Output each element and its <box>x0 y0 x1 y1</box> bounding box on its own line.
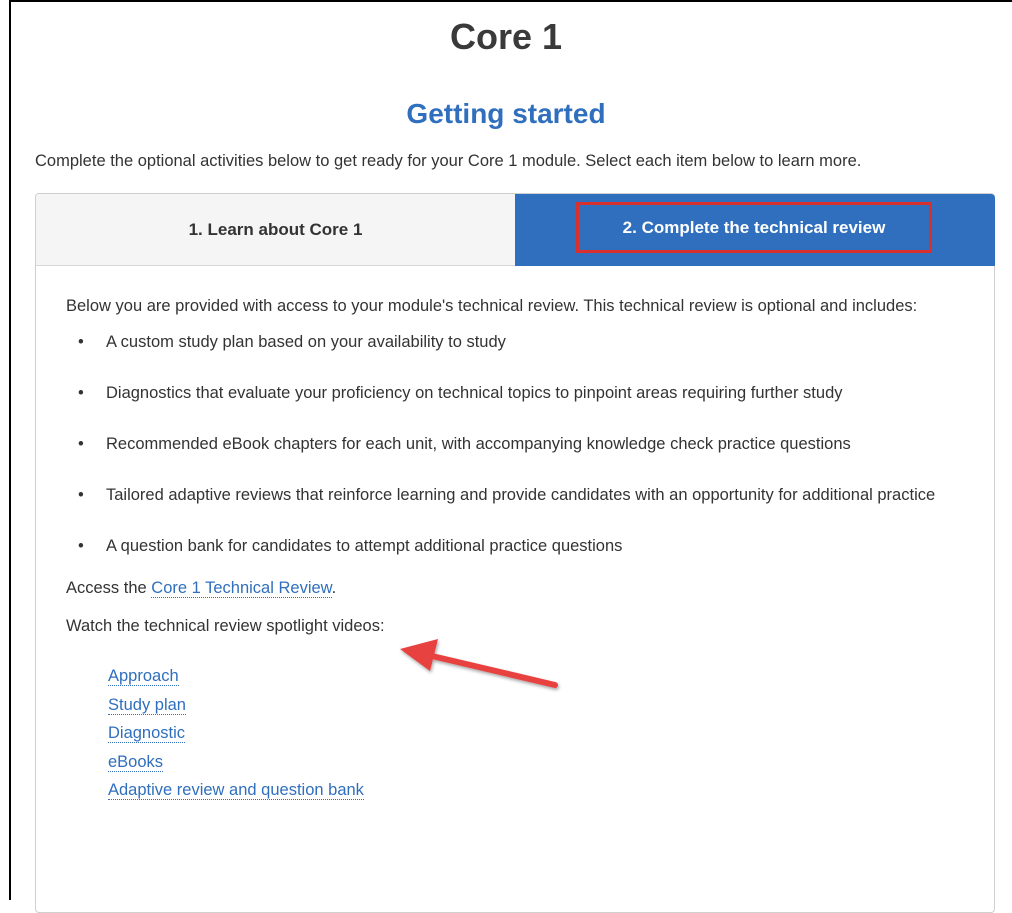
core-1-technical-review-link[interactable]: Core 1 Technical Review <box>151 579 332 598</box>
video-link-adaptive-review[interactable]: Adaptive review and question bank <box>108 781 364 800</box>
video-link-ebooks[interactable]: eBooks <box>108 752 164 772</box>
list-item-text: Recommended eBook chapters for each unit… <box>106 435 851 453</box>
page-title: Core 1 <box>449 16 563 57</box>
list-item: • Tailored adaptive reviews that reinforc… <box>66 483 971 507</box>
access-prefix: Access the <box>66 579 152 597</box>
list-item: Adaptive review and question bank <box>108 776 971 805</box>
section-title: Getting started <box>406 98 606 129</box>
tab-label: 1. Learn about Core 1 <box>188 219 363 239</box>
list-item: Diagnostic <box>108 719 971 748</box>
access-line: Access the Core 1 Technical Review. <box>66 576 971 600</box>
list-item-text: Tailored adaptive reviews that reinforce… <box>106 486 936 504</box>
tab-label: 2. Complete the technical review <box>622 217 886 237</box>
bullet-icon: • <box>78 333 84 351</box>
intro-text: Complete the optional activities below t… <box>35 152 862 170</box>
bullet-icon: • <box>78 537 84 555</box>
bullet-icon: • <box>78 384 84 402</box>
bullet-icon: • <box>78 486 84 504</box>
list-item: • A custom study plan based on your avail… <box>66 330 971 354</box>
list-item-text: Diagnostics that evaluate your proficien… <box>106 384 843 402</box>
red-arrow-icon <box>400 639 558 688</box>
list-item: • Diagnostics that evaluate your proficie… <box>66 381 971 405</box>
tabbed-panel: 1. Learn about Core 1 2. Complete the te… <box>35 193 995 913</box>
feature-list: • A custom study plan based on your avail… <box>66 330 971 558</box>
video-link-diagnostic[interactable]: Diagnostic <box>108 724 186 743</box>
video-link-study-plan[interactable]: Study plan <box>108 695 186 715</box>
tab-complete-technical-review[interactable]: 2. Complete the technical review <box>515 194 995 266</box>
tab-learn-about-core-1[interactable]: 1. Learn about Core 1 <box>36 194 515 266</box>
access-suffix: . <box>331 579 337 597</box>
list-item: eBooks <box>108 748 971 777</box>
video-link-approach[interactable]: Approach <box>108 667 179 686</box>
list-item: • Recommended eBook chapters for each uni… <box>66 432 971 456</box>
description-text: Below you are provided with access to yo… <box>66 297 918 315</box>
list-item: • A question bank for candidates to attem… <box>66 534 971 558</box>
bullet-icon: • <box>78 435 84 453</box>
tab-content: Below you are provided with access to yo… <box>66 294 971 805</box>
list-item-text: A question bank for candidates to attemp… <box>106 537 623 555</box>
highlight-box: 2. Complete the technical review <box>576 202 932 253</box>
list-item-text: A custom study plan based on your availa… <box>106 333 506 351</box>
